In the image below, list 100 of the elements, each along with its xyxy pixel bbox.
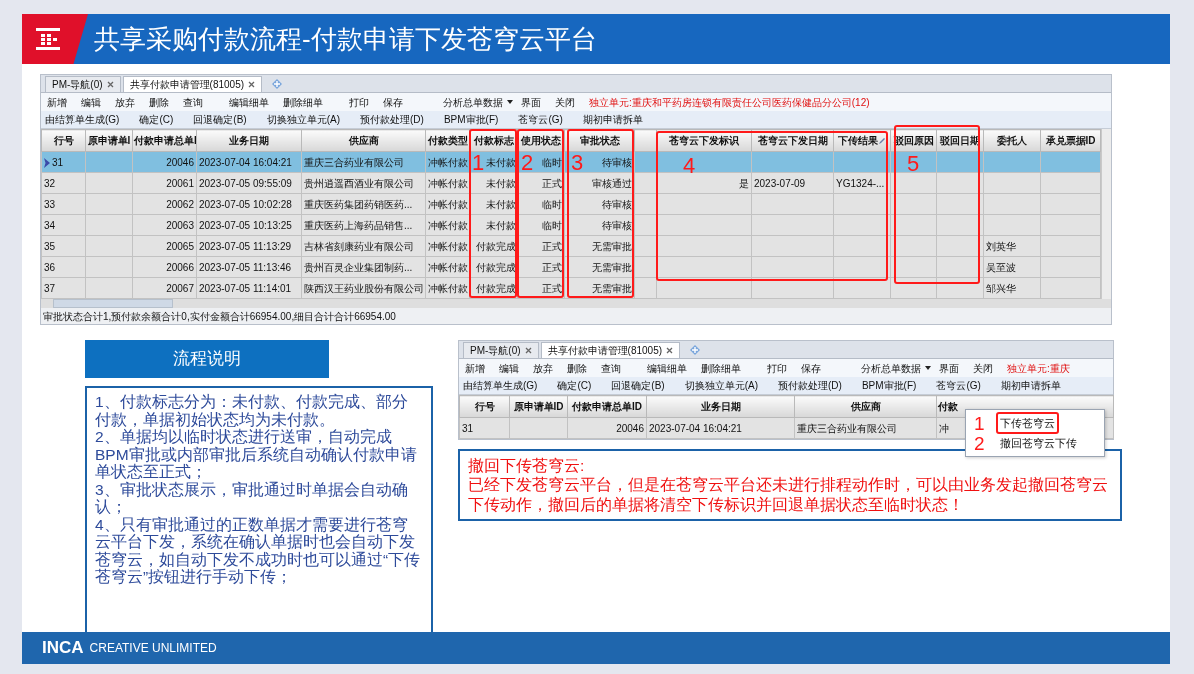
row-header[interactable]: 35 [41,235,86,257]
toolbar-button[interactable]: 回退确定(B) [611,378,665,393]
toolbar-button[interactable]: 放弃 [115,94,135,110]
table-cell: 冲帐付款 [428,177,468,189]
column-header[interactable]: 供应商 [794,395,937,418]
toolbar-button[interactable]: 分析总单数据 [861,360,921,376]
column-header[interactable]: 原申请单I [85,129,133,152]
toolbar-button[interactable]: 确定(C) [139,112,174,127]
toolbar-button[interactable]: 期初申请拆单 [1000,378,1061,393]
column-header[interactable]: 行号 [41,129,86,152]
row-header[interactable]: 32 [41,172,86,194]
close-icon[interactable] [106,81,114,88]
scrollbar[interactable] [1101,129,1111,299]
toolbar-button[interactable]: 保存 [383,94,403,110]
column-header[interactable]: 原申请单ID [509,395,568,418]
column-header[interactable]: 付款类型 [425,129,470,152]
toolbar-button[interactable]: 界面 [939,360,959,376]
table-cell: 冲帐付款 [428,261,468,273]
toolbar-button[interactable]: 打印 [349,94,369,110]
tab[interactable]: PM-导航(0) [45,76,121,92]
toolbar-button[interactable]: 回退确定(B) [193,112,247,127]
close-icon[interactable] [248,81,256,88]
toolbar-button[interactable]: 由结算单生成(G) [463,378,538,393]
column-header[interactable]: 付款申请总单I [132,129,197,152]
row-header[interactable]: 33 [41,193,86,215]
table-cell: 未付款 [486,156,516,168]
toolbar-button[interactable]: 关闭 [555,94,575,110]
toolbar-button[interactable]: 分析总单数据 [443,94,503,110]
note-text: 1、付款标志分为：未付款、付款完成、部分付款，单据初始状态均为未付款。 [95,393,409,428]
table-cell: 贵州逍遥酉酒业有限公司 [304,177,414,189]
toolbar-button[interactable]: BPM审批(F) [861,378,917,393]
column-header[interactable]: 承兑票据ID [1040,129,1101,152]
toolbar-button[interactable]: 放弃 [533,360,553,376]
toolbar-button[interactable]: 新增 [465,360,485,376]
toolbar-button[interactable]: 打印 [767,360,787,376]
annotation-number: 2 [521,152,534,174]
table-cell: 冲 [939,422,949,434]
table-cell: 审核通过 [592,177,632,189]
toolbar-button[interactable]: 删除 [567,360,587,376]
table-cell: 吴至波 [986,261,1016,273]
toolbar-button[interactable]: 由结算单生成(G) [45,112,120,127]
toolbar-button[interactable]: 预付款处理(D) [778,378,842,393]
caret-icon[interactable] [507,100,513,104]
toolbar-button[interactable]: 查询 [183,94,203,110]
close-icon[interactable] [524,347,532,354]
note-text: 2、单据均以临时状态进行送审，自动完成BPM审批或内部审批后系统自动确认付款申请单状态至正式； [95,428,418,481]
toolbar-button[interactable]: 预付款处理(D) [360,112,424,127]
caret-icon[interactable] [925,366,931,370]
table-cell: 2023-07-05 10:13:25 [199,219,292,231]
table-cell: 冲帐付款 [428,282,468,294]
table-cell: 贵州百灵企业集团制药... [304,261,413,273]
toolbar-button[interactable]: 期初申请拆单 [582,112,643,127]
close-icon[interactable] [666,347,674,354]
status-bar: 审批状态合计1,预付款余额合计0,实付金额合计66954.00,细目合计合计66954.00 [41,308,1111,324]
column-header[interactable]: 业务日期 [646,395,795,418]
row-header[interactable]: 37 [41,277,86,299]
toolbar-button[interactable]: 删除细单 [701,360,741,376]
table-cell: YG1324-... [836,177,885,189]
scrollbar-thumb[interactable] [53,299,173,308]
table-cell: 20061 [166,177,194,189]
toolbar-button[interactable]: BPM审批(F) [443,112,499,127]
row-header[interactable]: 34 [41,214,86,236]
toolbar-button[interactable]: 新增 [47,94,67,110]
tab[interactable]: 共享付款申请管理(81005) [122,76,263,92]
menu-item[interactable]: 下传苍穹云 [996,411,1059,435]
note-text: 已经下发苍穹云平台，但是在苍穹云平台还未进行排程动作时，可以由业务发起撤回苍穹云下传动作，撤回后的单据将清空下传标识并回退单据状态至临时状态！ [468,475,1109,515]
toolbar-button[interactable]: 切换独立单元(A) [684,378,759,393]
table-cell: 冲帐付款 [428,219,468,231]
table-cell: 临时 [542,219,562,231]
toolbar-button[interactable]: 删除 [149,94,169,110]
toolbar-button[interactable]: 苍穹云(G) [518,112,563,127]
row-number: 32 [44,177,56,189]
table-cell: 2023-07-09 [754,177,806,189]
toolbar-button[interactable]: 编辑 [81,94,101,110]
tab[interactable]: 共享付款申请管理(81005) [540,342,681,358]
column-header[interactable]: 付款申请总单ID [567,395,647,418]
toolbar-button[interactable]: 编辑细单 [647,360,687,376]
column-header[interactable]: 行号 [459,395,510,418]
toolbar-button[interactable]: 关闭 [973,360,993,376]
toolbar-button[interactable]: 苍穹云(G) [936,378,981,393]
toolbar-button[interactable]: 删除细单 [283,94,323,110]
toolbar-button[interactable]: 编辑细单 [229,94,269,110]
toolbar-button[interactable]: 界面 [521,94,541,110]
table-cell: 正式 [542,282,562,294]
toolbar-button[interactable]: 编辑 [499,360,519,376]
toolbar-button[interactable]: 保存 [801,360,821,376]
row-header[interactable]: 36 [41,256,86,278]
tab[interactable]: PM-导航(0) [463,342,539,358]
row-number: 35 [44,240,56,252]
unit-label: 独立单元:重庆 [1007,361,1070,376]
toolbar-button[interactable]: 切换独立单元(A) [266,112,341,127]
column-header[interactable]: 委托人 [983,129,1041,152]
toolbar-button[interactable]: 确定(C) [557,378,592,393]
row-header[interactable]: 31 [41,151,86,173]
toolbar-button[interactable]: 查询 [601,360,621,376]
note-text: 4、只有审批通过的正数单据才需要进行苍穹云平台下发，系统在确认单据时也会自动下发苍穹云，如自动下发不成功时也可以通过“下传苍穹云”按钮进行手动下传； [95,515,422,586]
column-header[interactable]: 供应商 [301,129,426,152]
annotation-number: 4 [683,155,696,177]
table-cell: 无需审批 [592,240,632,252]
column-header[interactable]: 业务日期 [196,129,302,152]
